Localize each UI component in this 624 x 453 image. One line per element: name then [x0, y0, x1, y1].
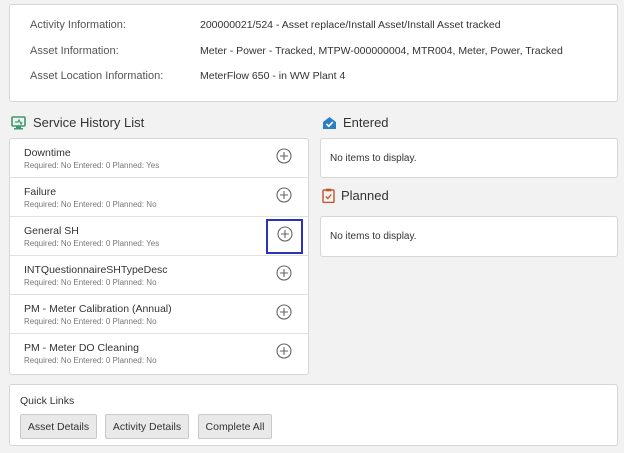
sh-item-name: Failure: [24, 186, 57, 198]
inbox-check-icon: [322, 116, 337, 130]
sh-item-name: PM - Meter Calibration (Annual): [24, 303, 172, 315]
asset-info-value: Meter - Power - Tracked, MTPW-000000004,…: [200, 45, 563, 57]
asset-info-label: Asset Information:: [30, 45, 119, 57]
plus-circle-icon: [276, 303, 292, 325]
activity-info-label: Activity Information:: [30, 19, 126, 31]
entered-title: Entered: [343, 115, 389, 130]
activity-info-value: 200000021/524 - Asset replace/Install As…: [200, 19, 501, 31]
planned-title: Planned: [341, 188, 389, 203]
plus-circle-icon: [276, 342, 292, 364]
activity-info-panel: Activity Information: 200000021/524 - As…: [9, 4, 618, 102]
monitor-icon: [11, 115, 27, 130]
planned-header: Planned: [322, 188, 389, 203]
clipboard-icon: [322, 188, 335, 203]
add-downtime-button[interactable]: [274, 147, 294, 169]
list-item: INTQuestionnaireSHTypeDesc Required: No …: [10, 256, 308, 295]
add-general-sh-button[interactable]: [266, 219, 303, 254]
add-failure-button[interactable]: [274, 186, 294, 208]
list-item: Failure Required: No Entered: 0 Planned:…: [10, 178, 308, 217]
entered-empty-text: No items to display.: [330, 153, 417, 164]
add-meter-do-cleaning-button[interactable]: [274, 342, 294, 364]
activity-details-button[interactable]: Activity Details: [105, 414, 189, 439]
sh-item-meta: Required: No Entered: 0 Planned: No: [24, 200, 157, 209]
entered-list: No items to display.: [320, 138, 618, 178]
plus-circle-icon: [276, 147, 292, 169]
plus-circle-icon: [276, 226, 293, 247]
sh-item-meta: Required: No Entered: 0 Planned: No: [24, 317, 157, 326]
list-item: General SH Required: No Entered: 0 Plann…: [10, 217, 308, 256]
sh-item-name: General SH: [24, 225, 79, 237]
add-meter-calibration-button[interactable]: [274, 303, 294, 325]
sh-item-name: INTQuestionnaireSHTypeDesc: [24, 264, 168, 276]
sh-item-name: Downtime: [24, 147, 71, 159]
add-questionnaire-button[interactable]: [274, 264, 294, 286]
asset-details-button[interactable]: Asset Details: [20, 414, 97, 439]
service-history-list: Downtime Required: No Entered: 0 Planned…: [9, 138, 309, 375]
sh-item-meta: Required: No Entered: 0 Planned: No: [24, 278, 157, 287]
plus-circle-icon: [276, 186, 292, 208]
entered-header: Entered: [322, 115, 389, 130]
sh-item-meta: Required: No Entered: 0 Planned: Yes: [24, 239, 160, 248]
list-item: PM - Meter DO Cleaning Required: No Ente…: [10, 334, 308, 373]
quick-links-panel: Quick Links Asset Details Activity Detai…: [9, 384, 618, 446]
sh-item-meta: Required: No Entered: 0 Planned: No: [24, 356, 157, 365]
service-history-title: Service History List: [33, 115, 145, 130]
service-history-header: Service History List: [11, 115, 144, 130]
quick-links-title: Quick Links: [20, 395, 75, 407]
list-item: Downtime Required: No Entered: 0 Planned…: [10, 139, 308, 178]
planned-list: No items to display.: [320, 216, 618, 257]
planned-empty-text: No items to display.: [330, 231, 417, 242]
sh-item-meta: Required: No Entered: 0 Planned: Yes: [24, 161, 160, 170]
sh-item-name: PM - Meter DO Cleaning: [24, 342, 139, 354]
asset-location-value: MeterFlow 650 - in WW Plant 4: [200, 70, 346, 82]
complete-all-button[interactable]: Complete All: [198, 414, 272, 439]
asset-location-label: Asset Location Information:: [30, 70, 164, 82]
plus-circle-icon: [276, 264, 292, 286]
list-item: PM - Meter Calibration (Annual) Required…: [10, 295, 308, 334]
